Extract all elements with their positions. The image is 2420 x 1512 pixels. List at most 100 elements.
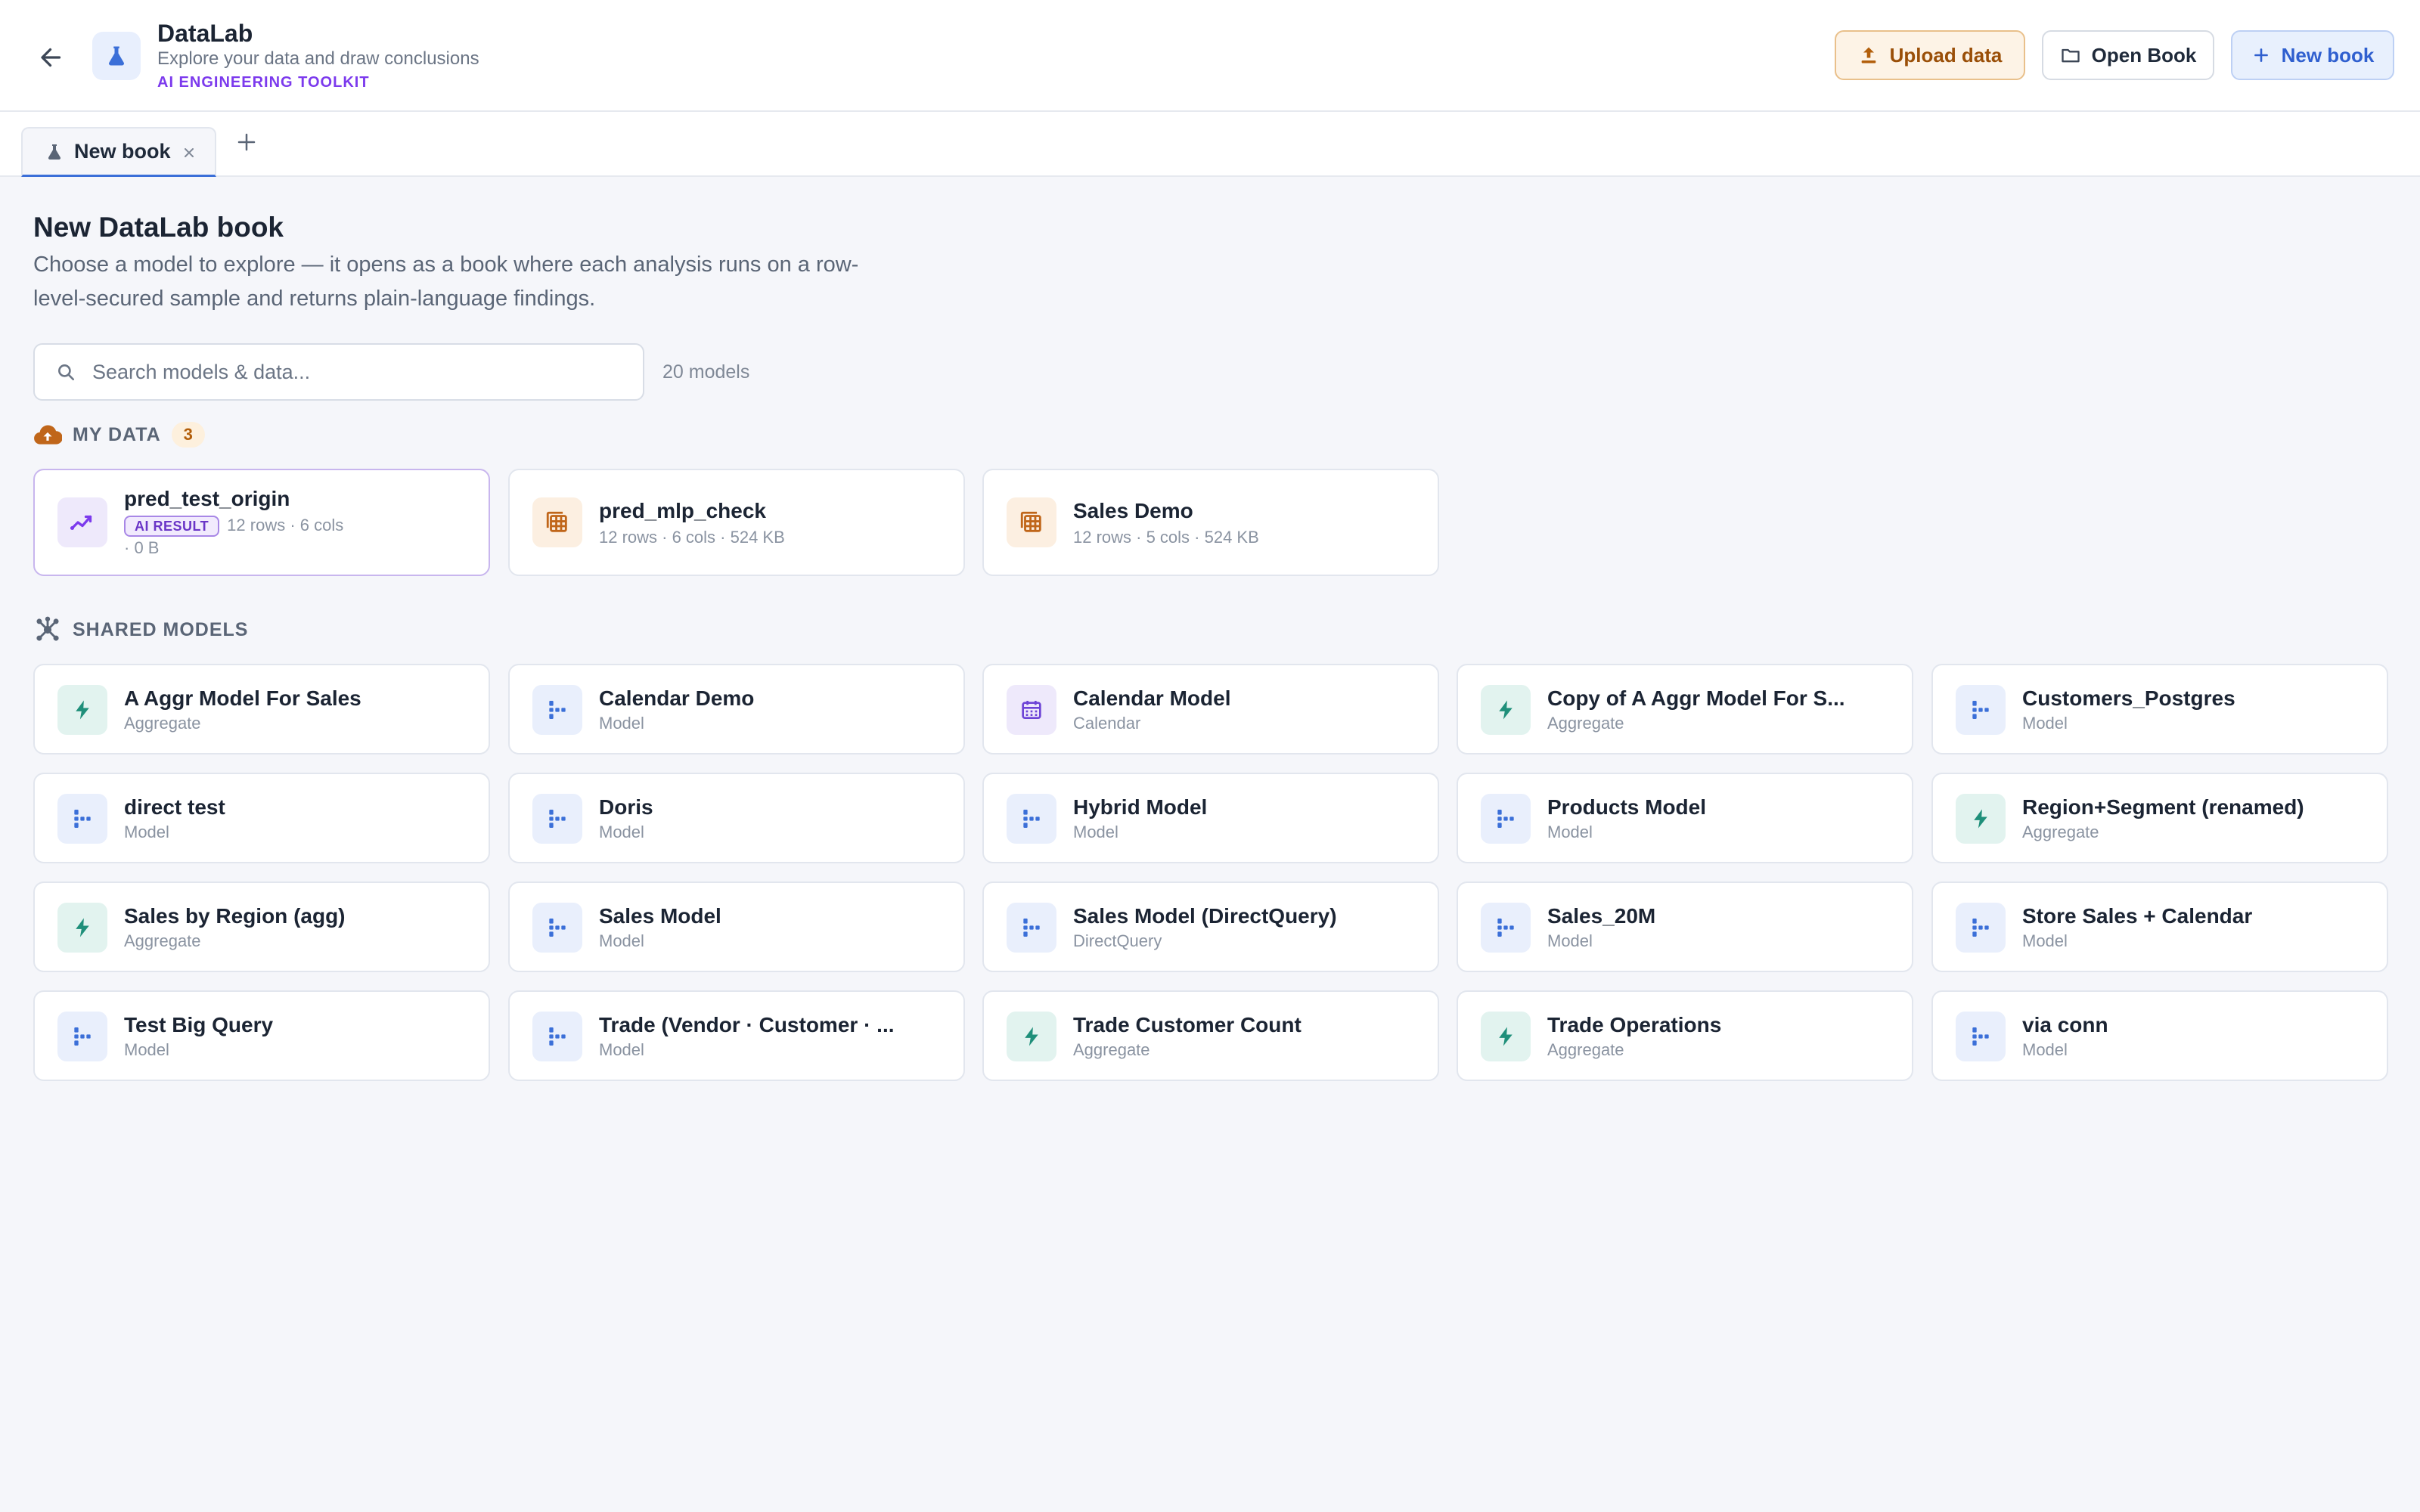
model-card[interactable]: Sales Model (DirectQuery) DirectQuery [982, 881, 1439, 972]
model-type: Model [599, 1040, 644, 1059]
card-icon [1481, 685, 1531, 735]
my-data-header: MY DATA 3 [33, 422, 205, 448]
trend-icon [70, 515, 92, 531]
model-card[interactable]: Copy of A Aggr Model For S... Aggregate [1457, 664, 1913, 754]
upload-icon [1861, 47, 1876, 64]
new-book-label: New book [2281, 43, 2375, 67]
arrow-left-icon [41, 48, 61, 67]
card-icon [1481, 903, 1531, 953]
app-header: DataLab Explore your data and draw concl… [0, 0, 2420, 112]
model-icon [1023, 810, 1040, 828]
model-name: Trade (Vendor · Customer · ... [599, 1013, 895, 1036]
model-name: Trade Operations [1547, 1013, 1722, 1036]
tab-new-book[interactable]: New book [21, 127, 216, 177]
card-meta-block: AI RESULT 12 rows · 6 cols · 0 B [124, 514, 351, 559]
card-icon [532, 794, 582, 844]
model-card[interactable]: Doris Model [508, 773, 965, 863]
model-card[interactable]: Trade (Vendor · Customer · ... Model [508, 990, 965, 1081]
model-icon [1972, 701, 1989, 719]
card-icon [1481, 794, 1531, 844]
model-icon [74, 810, 91, 828]
data-card-pred-test-origin[interactable]: pred_test_origin AI RESULT 12 rows · 6 co… [33, 469, 490, 576]
model-card[interactable]: Calendar Model Calendar [982, 664, 1439, 754]
model-type: Model [599, 714, 644, 733]
model-type: Model [599, 931, 644, 950]
model-name: Doris [599, 795, 653, 819]
model-card[interactable]: Sales by Region (agg) Aggregate [33, 881, 490, 972]
model-card[interactable]: Sales_20M Model [1457, 881, 1913, 972]
app-title: DataLab [157, 20, 253, 47]
upload-data-button[interactable]: Upload data [1835, 30, 2025, 80]
data-card-pred-mlp-check[interactable]: pred_mlp_check 12 rows · 6 cols · 524 KB [508, 469, 965, 576]
my-data-label: MY DATA [73, 423, 161, 445]
model-type: Model [2022, 931, 2068, 950]
model-type: Model [1073, 823, 1118, 841]
my-data-count-badge: 3 [171, 422, 205, 448]
model-name: Hybrid Model [1073, 795, 1208, 819]
app-tag: AI ENGINEERING TOOLKIT [157, 74, 370, 91]
model-name: direct test [124, 795, 225, 819]
model-name: Copy of A Aggr Model For S... [1547, 686, 1845, 710]
model-card[interactable]: Products Model Model [1457, 773, 1913, 863]
card-meta: 12 rows · 5 cols · 524 KB [1073, 528, 1259, 547]
model-card[interactable]: Sales Model Model [508, 881, 965, 972]
model-type: DirectQuery [1073, 931, 1162, 950]
model-card[interactable]: Hybrid Model Model [982, 773, 1439, 863]
model-count: 20 models [662, 361, 750, 383]
model-type: Aggregate [1547, 714, 1624, 733]
model-card[interactable]: Trade Operations Aggregate [1457, 990, 1913, 1081]
model-icon [1972, 919, 1989, 937]
card-icon [1481, 1012, 1531, 1061]
model-card[interactable]: Calendar Demo Model [508, 664, 965, 754]
table-icon [1020, 511, 1041, 532]
plus-icon [237, 133, 256, 151]
model-type: Aggregate [124, 714, 201, 733]
model-name: Sales_20M [1547, 904, 1656, 928]
model-name: Trade Customer Count [1073, 1013, 1302, 1036]
model-type: Model [1547, 931, 1593, 950]
card-icon [532, 1012, 582, 1061]
card-icon [532, 903, 582, 953]
model-card[interactable]: Trade Customer Count Aggregate [982, 990, 1439, 1081]
model-type: Calendar [1073, 714, 1141, 733]
model-card[interactable]: Customers_Postgres Model [1931, 664, 2388, 754]
card-icon [1007, 685, 1056, 735]
open-book-button[interactable]: Open Book [2042, 30, 2214, 80]
model-card[interactable]: via conn Model [1931, 990, 2388, 1081]
model-card[interactable]: Store Sales + Calendar Model [1931, 881, 2388, 972]
card-icon [1007, 497, 1056, 547]
model-card[interactable]: direct test Model [33, 773, 490, 863]
network-icon [36, 616, 59, 641]
new-book-button[interactable]: New book [2231, 30, 2394, 80]
card-icon [1956, 1012, 2006, 1061]
model-name: Sales Model (DirectQuery) [1073, 904, 1337, 928]
card-icon [532, 685, 582, 735]
card-icon [57, 685, 107, 735]
tab-close-button[interactable] [178, 142, 200, 163]
model-name: Products Model [1547, 795, 1707, 819]
folder-icon [2061, 48, 2080, 63]
model-card[interactable]: Test Big Query Model [33, 990, 490, 1081]
ai-result-badge: AI RESULT [124, 516, 220, 537]
model-card[interactable]: A Aggr Model For Sales Aggregate [33, 664, 490, 754]
model-type: Aggregate [124, 931, 201, 950]
card-title: Sales Demo [1073, 499, 1193, 522]
model-type: Model [2022, 714, 2068, 733]
back-button[interactable] [30, 36, 73, 79]
model-icon [549, 701, 566, 719]
model-name: Customers_Postgres [2022, 686, 2235, 710]
data-card-sales-demo[interactable]: Sales Demo 12 rows · 5 cols · 524 KB [982, 469, 1439, 576]
open-book-label: Open Book [2091, 43, 2197, 67]
model-icon [74, 1027, 91, 1046]
model-card[interactable]: Region+Segment (renamed) Aggregate [1931, 773, 2388, 863]
model-type: Model [124, 823, 169, 841]
search-input[interactable] [92, 360, 607, 384]
model-type: Model [599, 823, 644, 841]
add-tab-button[interactable] [231, 127, 262, 157]
search-icon [58, 364, 75, 381]
table-icon [546, 511, 567, 532]
model-type: Model [124, 1040, 169, 1059]
model-name: Calendar Model [1073, 686, 1231, 710]
model-name: Region+Segment (renamed) [2022, 795, 2304, 819]
bolt-icon [1025, 1027, 1038, 1046]
